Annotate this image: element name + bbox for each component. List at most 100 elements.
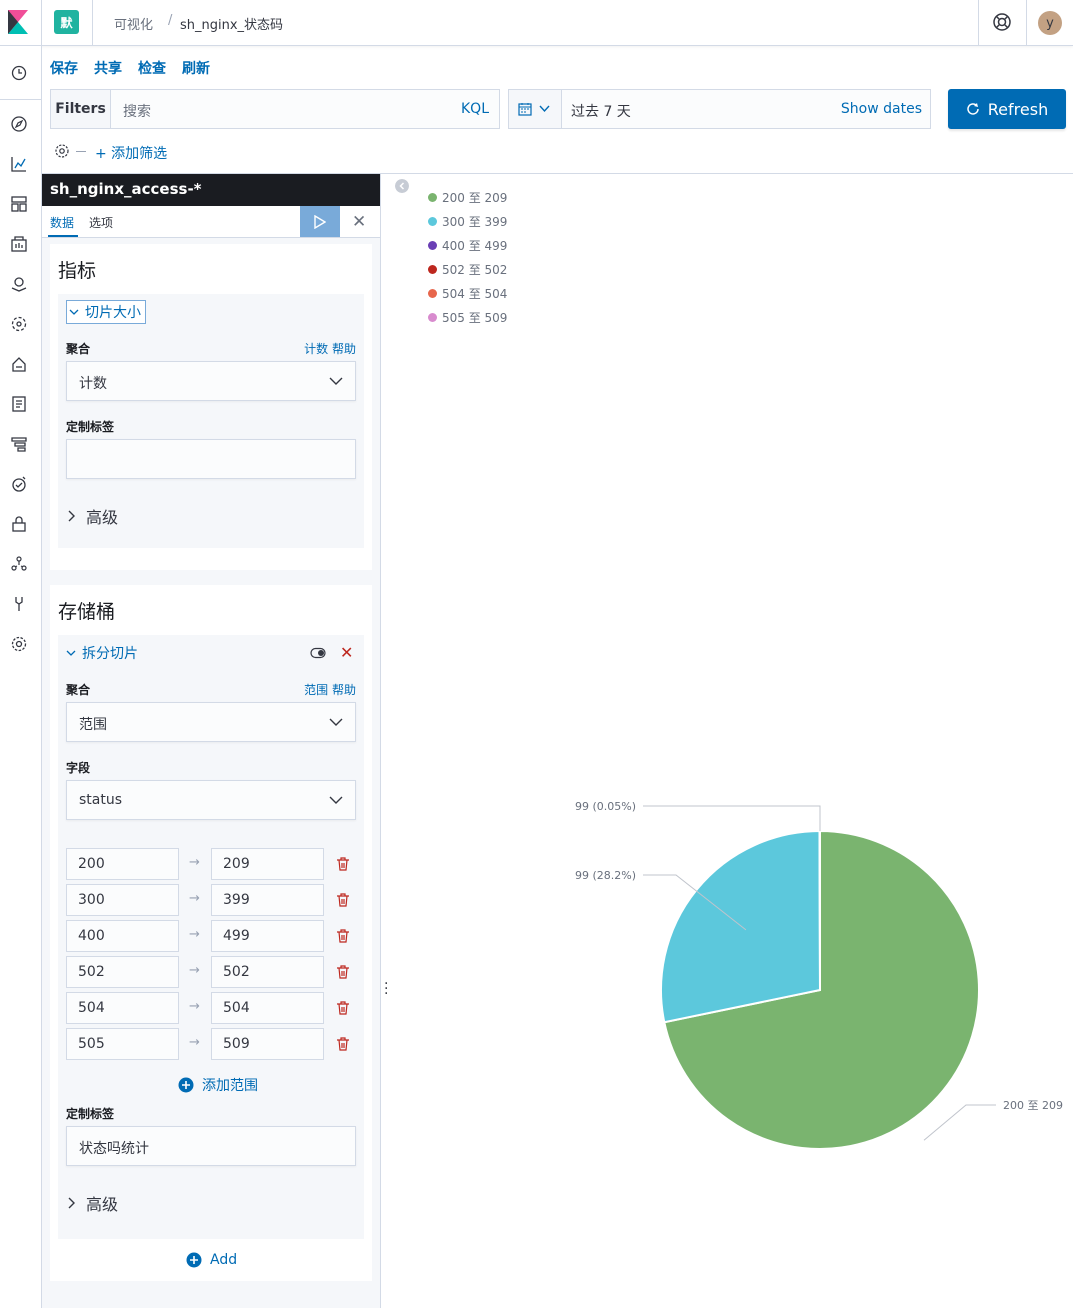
resize-handle[interactable]: · · ·: [384, 977, 388, 1001]
chevron-down-icon: [329, 377, 343, 385]
maps-icon[interactable]: [10, 275, 28, 293]
add-filter-button[interactable]: + 添加筛选: [95, 143, 167, 163]
range-to-input[interactable]: 509: [211, 1028, 324, 1060]
range-to-input[interactable]: 209: [211, 848, 324, 880]
range-to-input[interactable]: 502: [211, 956, 324, 988]
arrow-right-icon: →: [189, 927, 200, 942]
uptime-icon[interactable]: [10, 475, 28, 493]
top-nav-menu: 保存 共享 检查 刷新: [50, 58, 210, 78]
plus-circle-icon: [186, 1252, 202, 1268]
play-icon: [314, 214, 326, 229]
metric-aggregation-value: 计数: [79, 376, 107, 392]
kql-language-switcher[interactable]: KQL: [461, 101, 489, 117]
range-from-input[interactable]: 504: [66, 992, 179, 1024]
metric-custom-label-input[interactable]: [66, 439, 356, 479]
chevron-down-icon: [329, 796, 343, 804]
count-help-link[interactable]: 计数 帮助: [304, 340, 356, 357]
quick-select-button[interactable]: [509, 90, 562, 128]
bucket-aggregation-value: 范围: [79, 717, 107, 733]
bucket-field-select[interactable]: status: [66, 780, 356, 820]
trash-icon[interactable]: [335, 1000, 351, 1016]
filters-label: Filters: [51, 90, 111, 128]
bucket-aggregation-select[interactable]: 范围: [66, 702, 356, 742]
range-from-input[interactable]: 400: [66, 920, 179, 952]
chevron-right-icon: [68, 510, 75, 522]
dashboard-icon[interactable]: [10, 195, 28, 213]
metrics-title: 指标: [58, 260, 97, 282]
visualize-chart-icon[interactable]: [10, 155, 28, 173]
metric-custom-label-label: 定制标签: [66, 420, 115, 434]
siem-lock-icon[interactable]: [10, 515, 28, 533]
legend-collapse-icon[interactable]: [395, 179, 409, 193]
discard-changes-close-icon[interactable]: ✕: [352, 212, 366, 232]
tab-data[interactable]: 数据: [50, 214, 74, 231]
tab-options[interactable]: 选项: [89, 214, 113, 231]
active-tab-indicator: [48, 235, 78, 237]
arrow-right-icon: →: [189, 891, 200, 906]
pie-slice[interactable]: [660, 829, 822, 1024]
date-picker: 过去 7 天 Show dates: [508, 89, 931, 129]
range-to-input[interactable]: 504: [211, 992, 324, 1024]
chevron-down-icon: [329, 718, 343, 726]
pie-slice-label: 99 (28.2%): [575, 869, 636, 882]
range-from-input[interactable]: 505: [66, 1028, 179, 1060]
discover-compass-icon[interactable]: [10, 115, 28, 133]
range-from-input[interactable]: 200: [66, 848, 179, 880]
user-avatar[interactable]: y: [1038, 11, 1062, 35]
time-range-text[interactable]: 过去 7 天: [571, 101, 631, 121]
trash-icon[interactable]: [335, 928, 351, 944]
toggle-agg-icon[interactable]: [310, 647, 326, 659]
recent-clock-icon[interactable]: [10, 64, 28, 82]
inspect-link[interactable]: 检查: [138, 58, 166, 78]
save-link[interactable]: 保存: [50, 58, 78, 78]
filter-settings-gear-icon[interactable]: [54, 143, 70, 159]
management-gear-icon[interactable]: [10, 635, 28, 653]
add-aggregation-button[interactable]: Add: [186, 1252, 237, 1268]
apply-changes-button[interactable]: [300, 206, 340, 237]
range-from-input[interactable]: 300: [66, 884, 179, 916]
breadcrumb-visualize[interactable]: 可视化: [114, 14, 153, 33]
share-link[interactable]: 共享: [94, 58, 122, 78]
apm-icon[interactable]: [10, 435, 28, 453]
calendar-icon: [518, 103, 532, 116]
metrics-panel: 指标 切片大小 聚合 计数 帮助 计数 定制标签 高级: [50, 244, 372, 570]
trash-icon[interactable]: [335, 964, 351, 980]
search-input[interactable]: 搜索: [123, 101, 151, 121]
canvas-icon[interactable]: [10, 235, 28, 253]
metric-advanced-toggle[interactable]: 高级: [68, 504, 118, 528]
infrastructure-icon[interactable]: [10, 355, 28, 373]
add-aggregation-label: Add: [210, 1252, 238, 1268]
dev-tools-icon[interactable]: [10, 595, 28, 613]
metric-aggregation-select[interactable]: 计数: [66, 361, 356, 401]
help-lifebuoy-icon[interactable]: [992, 12, 1012, 32]
logs-icon[interactable]: [10, 395, 28, 413]
slice-size-accordion-toggle[interactable]: 切片大小: [66, 300, 146, 324]
show-dates-link[interactable]: Show dates: [841, 101, 922, 117]
add-range-button[interactable]: 添加范围: [178, 1075, 258, 1095]
editor-tabs: 数据 选项 ✕: [42, 206, 380, 238]
refresh-link[interactable]: 刷新: [182, 58, 210, 78]
space-avatar[interactable]: 默: [54, 10, 79, 34]
bucket-custom-label-input[interactable]: 状态吗统计: [66, 1126, 356, 1166]
metric-agg-group: 切片大小 聚合 计数 帮助 计数 定制标签 高级: [58, 294, 364, 548]
trash-icon[interactable]: [335, 892, 351, 908]
remove-agg-icon[interactable]: ✕: [340, 643, 353, 662]
bucket-aggregation-label: 聚合: [66, 683, 91, 697]
split-slices-accordion-toggle[interactable]: 拆分切片: [66, 641, 138, 665]
range-help-link[interactable]: 范围 帮助: [304, 681, 356, 698]
query-bar: Filters 搜索 KQL: [50, 89, 500, 129]
bucket-advanced-toggle[interactable]: 高级: [68, 1191, 118, 1215]
ml-icon[interactable]: [10, 315, 28, 333]
range-from-input[interactable]: 502: [66, 956, 179, 988]
graph-icon[interactable]: [10, 555, 28, 573]
kibana-logo-icon[interactable]: [8, 10, 28, 34]
range-to-input[interactable]: 399: [211, 884, 324, 916]
range-to-input[interactable]: 499: [211, 920, 324, 952]
refresh-button[interactable]: Refresh: [948, 89, 1066, 129]
add-range-label: 添加范围: [202, 1078, 258, 1094]
index-pattern-title: sh_nginx_access-*: [42, 174, 380, 206]
refresh-icon: [967, 103, 979, 115]
split-slices-label: 拆分切片: [82, 646, 138, 662]
trash-icon[interactable]: [335, 856, 351, 872]
trash-icon[interactable]: [335, 1036, 351, 1052]
